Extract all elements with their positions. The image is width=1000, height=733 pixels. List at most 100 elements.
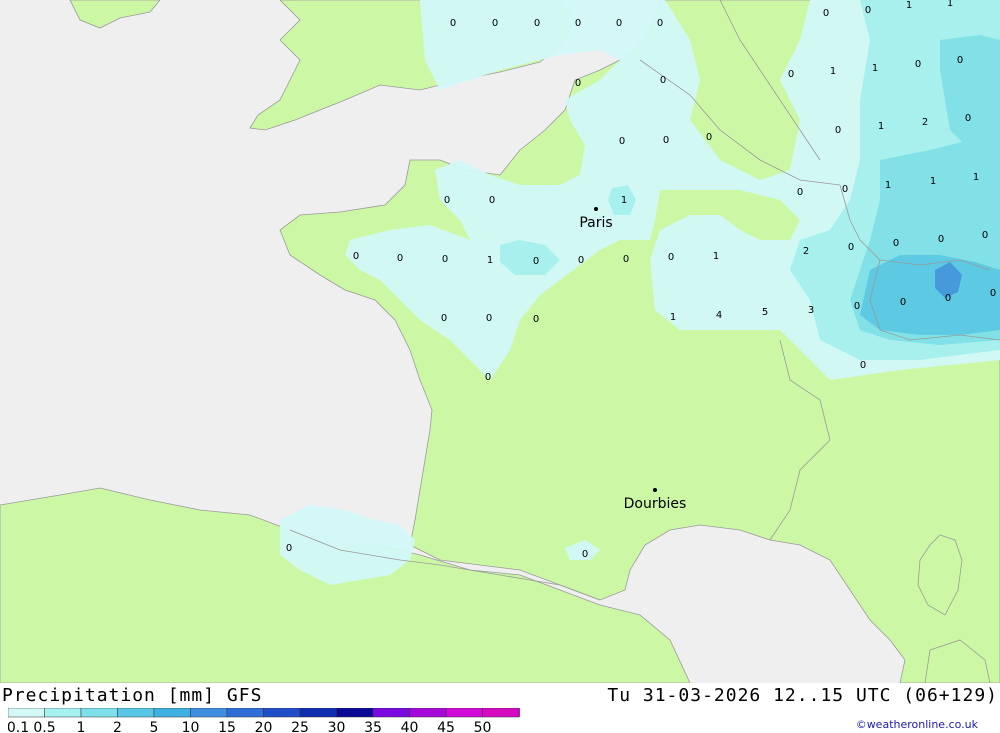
precip-value: 0 [965, 113, 971, 124]
precip-value: 0 [668, 252, 674, 263]
legend-swatch [80, 708, 118, 718]
map-title: Precipitation [mm] GFS [2, 685, 263, 706]
precip-value: 0 [900, 297, 906, 308]
precip-value: 5 [762, 307, 768, 318]
precip-value: 1 [947, 0, 953, 9]
precip-value: 0 [575, 18, 581, 29]
precip-value: 0 [957, 55, 963, 66]
precip-value: 0 [797, 187, 803, 198]
precip-value: 2 [922, 117, 928, 128]
legend-tick: 45 [437, 720, 455, 733]
precip-value: 0 [860, 360, 866, 371]
legend-swatch [226, 708, 264, 718]
precip-value: 2 [803, 246, 809, 257]
precip-value: 0 [660, 75, 666, 86]
precip-value: 1 [670, 312, 676, 323]
legend-swatch [44, 708, 82, 718]
legend-tick: 0.5 [33, 720, 55, 733]
map-footer: Precipitation [mm] GFS Tu 31-03-2026 12.… [0, 683, 1000, 733]
precip-value: 0 [623, 254, 629, 265]
precip-value: 0 [990, 288, 996, 299]
precip-value: 0 [492, 18, 498, 29]
precip-value: 0 [657, 18, 663, 29]
precip-value: 1 [872, 63, 878, 74]
legend-swatch [190, 708, 228, 718]
credit-link[interactable]: ©weatheronline.co.uk [856, 718, 978, 731]
precip-value: 1 [830, 66, 836, 77]
dourbies-dot [653, 488, 657, 492]
valid-time: Tu 31-03-2026 12..15 UTC (06+129) [607, 685, 998, 706]
precip-value: 1 [878, 121, 884, 132]
precip-value: 0 [575, 78, 581, 89]
precip-value: 0 [486, 313, 492, 324]
legend-swatch [372, 708, 410, 718]
precip-legend: 0.1 0.5 1 2 5 10 15 20 25 30 35 40 45 50 [8, 708, 520, 733]
legend-tick: 50 [474, 720, 492, 733]
legend-tick: 25 [291, 720, 309, 733]
precip-value: 0 [442, 254, 448, 265]
legend-swatch [336, 708, 374, 718]
precip-value: 1 [930, 176, 936, 187]
precip-value: 1 [885, 180, 891, 191]
city-label-dourbies: Dourbies [624, 496, 687, 512]
precip-value: 1 [621, 195, 627, 206]
precip-value: 0 [533, 256, 539, 267]
precip-value: 1 [973, 172, 979, 183]
precip-value: 0 [945, 293, 951, 304]
precip-value: 0 [619, 136, 625, 147]
legend-tick: 15 [218, 720, 236, 733]
precip-value: 0 [848, 242, 854, 253]
precip-value: 1 [713, 251, 719, 262]
precip-value: 3 [808, 305, 814, 316]
precip-value: 0 [485, 372, 491, 383]
legend-tick: 2 [113, 720, 122, 733]
precip-value: 0 [842, 184, 848, 195]
legend-tick: 1 [77, 720, 86, 733]
precip-value: 0 [982, 230, 988, 241]
precip-value: 0 [582, 549, 588, 560]
precip-value: 0 [823, 8, 829, 19]
precip-value: 0 [286, 543, 292, 554]
legend-swatch [409, 708, 447, 718]
precip-value: 0 [616, 18, 622, 29]
legend-tick: 40 [401, 720, 419, 733]
legend-tick: 35 [364, 720, 382, 733]
precip-value: 0 [788, 69, 794, 80]
legend-tick: 30 [328, 720, 346, 733]
precip-value: 1 [487, 255, 493, 266]
legend-swatch [263, 708, 301, 718]
legend-swatch [153, 708, 191, 718]
precip-value: 0 [397, 253, 403, 264]
precip-value: 0 [893, 238, 899, 249]
legend-swatch [299, 708, 337, 718]
precip-value: 0 [534, 18, 540, 29]
legend-swatch [482, 708, 520, 718]
legend-tick: 0.1 [8, 720, 29, 733]
precip-value: 0 [450, 18, 456, 29]
precip-value: 0 [915, 59, 921, 70]
legend-swatch [8, 708, 45, 718]
precip-value: 0 [835, 125, 841, 136]
legend-tick: 20 [255, 720, 273, 733]
precip-value: 0 [865, 5, 871, 16]
precip-value: 1 [906, 0, 912, 11]
legend-swatch [445, 708, 483, 718]
weather-map: 0 0 0 0 0 0 0 0 1 1 0 0 0 1 1 0 0 0 1 2 0 0 0 0 1 0 0 1 1 1 0 0 0 0 0 1 0 0 0 0… [0, 0, 1000, 683]
precip-value: 0 [663, 135, 669, 146]
precip-value: 0 [489, 195, 495, 206]
precip-value: 4 [716, 310, 722, 321]
precip-value: 0 [441, 313, 447, 324]
legend-tick: 5 [150, 720, 159, 733]
precip-value: 0 [938, 234, 944, 245]
precip-value: 0 [353, 251, 359, 262]
paris-dot [594, 207, 598, 211]
legend-tick: 10 [182, 720, 200, 733]
precip-value: 0 [854, 301, 860, 312]
precip-value: 0 [533, 314, 539, 325]
legend-arrow [519, 708, 520, 717]
precip-value: 0 [444, 195, 450, 206]
precip-value: 0 [578, 255, 584, 266]
legend-swatch [117, 708, 155, 718]
city-label-paris: Paris [579, 215, 612, 231]
precip-value: 0 [706, 132, 712, 143]
